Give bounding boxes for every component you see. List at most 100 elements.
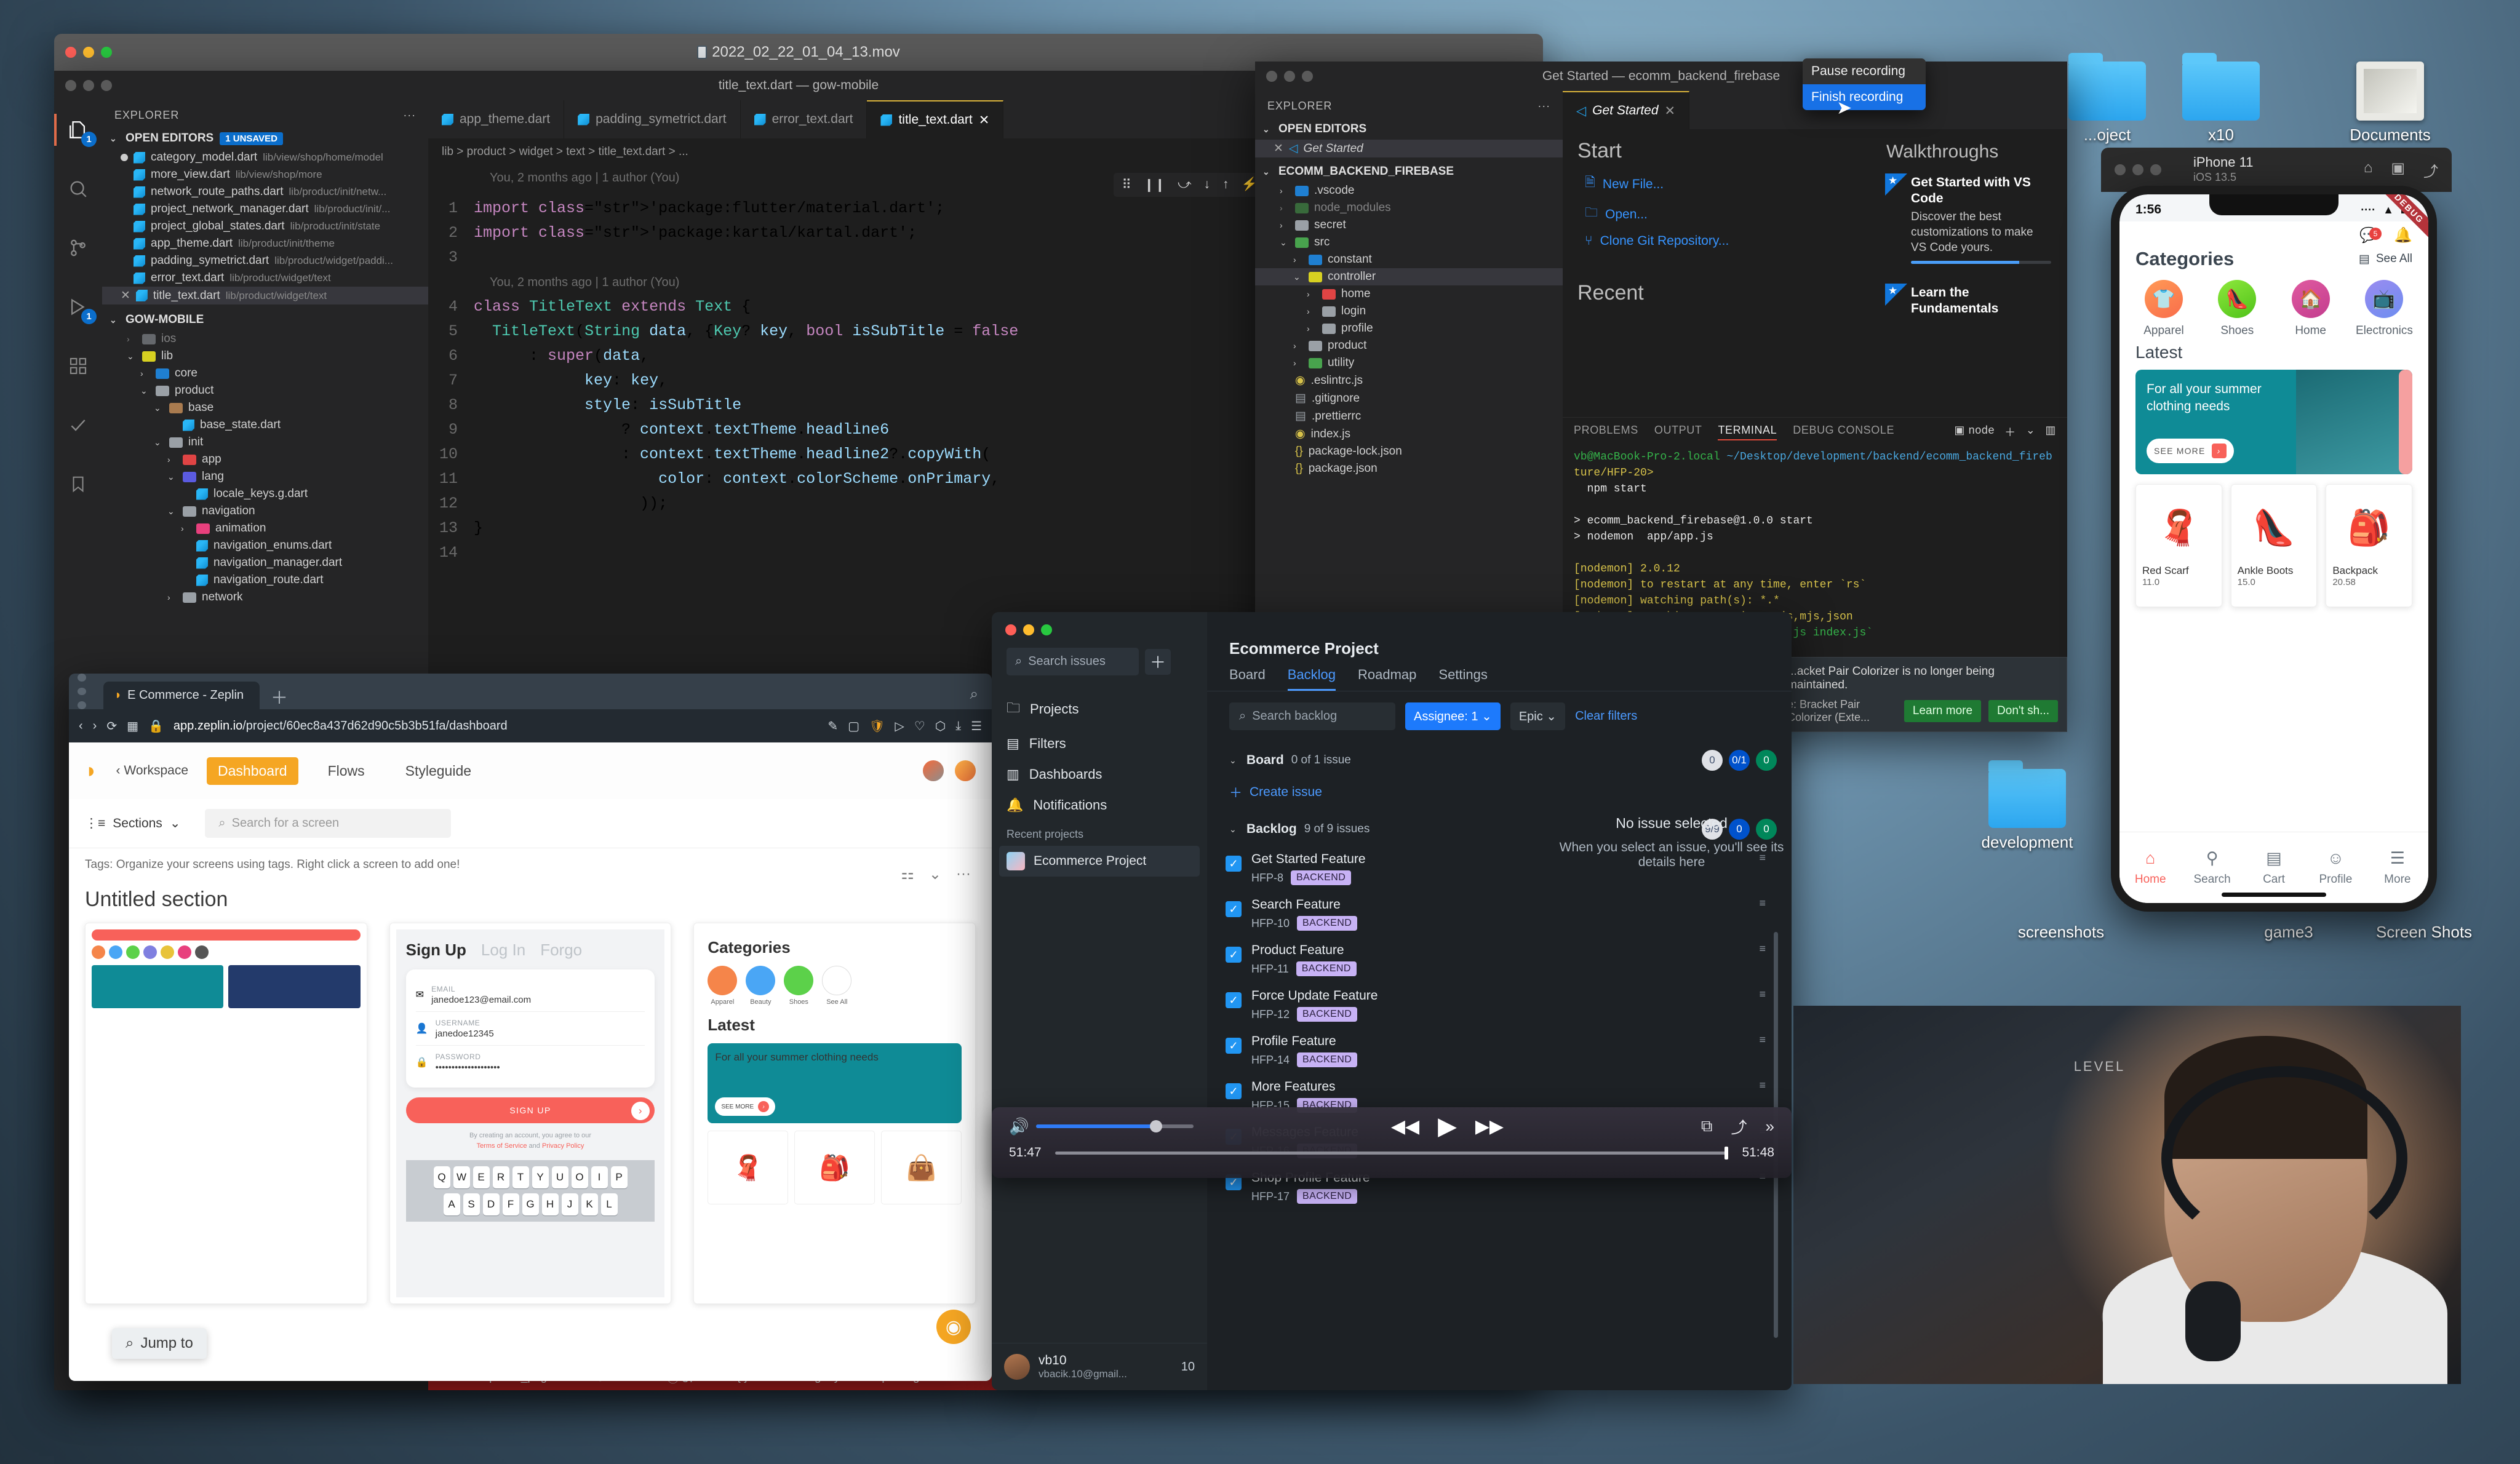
workspace-link[interactable]: ‹ Workspace bbox=[116, 763, 188, 778]
tab-debug-console[interactable]: DEBUG CONSOLE bbox=[1793, 424, 1894, 440]
issue-checkbox[interactable]: ✓ bbox=[1226, 992, 1242, 1008]
terminal-shell-label[interactable]: ▣ node bbox=[1954, 424, 1995, 440]
see-more-button[interactable]: SEE MORE › bbox=[2147, 439, 2234, 463]
tree-item[interactable]: › network bbox=[102, 589, 428, 606]
zeplin-browser-window[interactable]: ◗ E Commerce - Zeplin ＋ ⌕ ‹ › ⟳ ▦ 🔒 app.… bbox=[69, 674, 992, 1381]
chevron-down-icon[interactable]: ⌄ bbox=[1293, 272, 1303, 282]
key-Q[interactable]: Q bbox=[433, 1166, 450, 1188]
source-control-icon[interactable] bbox=[65, 234, 92, 261]
chevron-down-icon[interactable]: ⌄ bbox=[154, 403, 164, 413]
open-editor-item[interactable]: category_model.dart lib/view/shop/home/mo… bbox=[102, 149, 428, 166]
search-issues-input[interactable]: ⌕ Search issues bbox=[1007, 648, 1139, 675]
key-I[interactable]: I bbox=[591, 1166, 608, 1188]
key-P[interactable]: P bbox=[610, 1166, 628, 1188]
tabs-grid-icon[interactable]: ▦ bbox=[127, 718, 138, 734]
category-circles[interactable]: Apparel Beauty Shoes See All bbox=[708, 966, 962, 1006]
zeplin-subnav[interactable]: ⋮≡ Sections ⌄ ⌕ Search for a screen bbox=[69, 799, 992, 848]
explorer-icon[interactable]: 1 bbox=[54, 114, 97, 147]
chevron-down-icon[interactable]: ⌄ bbox=[2026, 424, 2036, 440]
step-into-icon[interactable]: ↓ bbox=[1204, 177, 1211, 193]
notification-avatar[interactable] bbox=[923, 760, 944, 781]
issue-checkbox[interactable]: ✓ bbox=[1226, 1083, 1242, 1099]
desktop-icon-screen-shots[interactable]: Screen Shots bbox=[2356, 923, 2492, 942]
new-file-link[interactable]: 🗎 New File... bbox=[1563, 169, 1876, 199]
split-terminal-icon[interactable]: ▥ bbox=[2045, 424, 2056, 440]
share-icon[interactable]: ⤴ bbox=[1731, 1115, 1747, 1138]
user-avatar[interactable] bbox=[955, 760, 976, 781]
transport-controls[interactable]: ◀◀ ▶ ▶▶ bbox=[1391, 1112, 1504, 1140]
group-board[interactable]: ⌄ Board 0 of 1 issue 0 0/1 0 bbox=[1207, 741, 1792, 777]
screenshot-icon[interactable]: ▢ bbox=[848, 718, 859, 734]
editor-tab[interactable]: title_text.dart ✕ bbox=[867, 100, 1004, 138]
open-editor-item[interactable]: network_route_paths.dart lib/product/init… bbox=[102, 183, 428, 201]
wallet-icon[interactable]: ⬡ bbox=[935, 718, 946, 734]
product-card[interactable]: 👠 Ankle Boots 15.0 bbox=[2230, 484, 2318, 607]
tree-item[interactable]: ⌄ controller bbox=[1255, 268, 1563, 285]
zeplin-help-button[interactable]: ◉ bbox=[936, 1310, 971, 1344]
clear-filters-link[interactable]: Clear filters bbox=[1575, 709, 1637, 723]
tab-problems[interactable]: PROBLEMS bbox=[1574, 424, 1638, 440]
chevron-right-icon[interactable]: › bbox=[1293, 341, 1303, 351]
open-editor-get-started[interactable]: ✕ ◁ Get Started bbox=[1255, 140, 1563, 157]
tree-item[interactable]: {} package.json bbox=[1255, 460, 1563, 477]
onscreen-keyboard[interactable]: QWERTYUOIP ASDFGHJKL bbox=[405, 1160, 655, 1222]
key-G[interactable]: G bbox=[522, 1193, 539, 1215]
jira-main[interactable]: Ecommerce Project Board Backlog Roadmap … bbox=[1207, 612, 1792, 1390]
screen-card-signup[interactable]: Sign Up Log In Forgo ✉ EMAIL janedoe123@e… bbox=[389, 923, 672, 1304]
rewind-icon[interactable]: ◀◀ bbox=[1391, 1116, 1419, 1137]
jira-user-row[interactable]: vb10 vbacik.10@gmail... 10 bbox=[992, 1343, 1207, 1390]
chevron-down-icon[interactable]: ⌄ bbox=[140, 386, 150, 396]
backlog-issue-row[interactable]: ✓ Search Feature HFP-10 BACKEND ≡ bbox=[1207, 891, 1792, 937]
drag-handle[interactable]: ≡ bbox=[1759, 943, 1766, 954]
tree-item[interactable]: ⌄ init bbox=[102, 434, 428, 451]
product-card-row[interactable]: 🧣 Red Scarf 11.0 👠 Ankle Boots 15.0 🎒 Backpack 2… bbox=[2119, 474, 2428, 607]
chevron-right-icon[interactable]: › bbox=[1307, 324, 1317, 333]
tab-roadmap[interactable]: Roadmap bbox=[1358, 667, 1416, 691]
backlog-issue-row[interactable]: ✓ Force Update Feature HFP-12 BACKEND ≡ bbox=[1207, 982, 1792, 1028]
browser-tab-zeplin[interactable]: ◗ E Commerce - Zeplin bbox=[103, 682, 260, 709]
back-icon[interactable]: ‹ bbox=[79, 719, 83, 733]
pause-recording-item[interactable]: Pause recording bbox=[1803, 58, 1926, 84]
chevron-down-icon[interactable]: ⌄ bbox=[154, 437, 164, 448]
desktop-icon-development[interactable]: development bbox=[1969, 760, 2086, 852]
walkthrough-card-get-started[interactable]: ★ Get Started with VS Code Discover the … bbox=[1880, 169, 2060, 270]
category-item[interactable]: 📺 Electronics bbox=[2356, 280, 2413, 338]
category-item[interactable]: Beauty bbox=[746, 966, 776, 1006]
key-U[interactable]: U bbox=[551, 1166, 568, 1188]
chevron-right-icon[interactable]: › bbox=[127, 334, 137, 344]
key-H[interactable]: H bbox=[541, 1193, 559, 1215]
window-traffic-lights[interactable] bbox=[1005, 624, 1052, 635]
tree-item[interactable]: › home bbox=[1255, 285, 1563, 303]
screen-card-overview[interactable] bbox=[85, 923, 367, 1304]
tab-get-started[interactable]: ◁ Get Started ✕ bbox=[1563, 91, 1690, 129]
app-screen[interactable]: 1:56 ····▲▬ DEBUG 💬 5 🔔 Categories ▤ See… bbox=[2119, 194, 2428, 903]
backend-file-tree[interactable]: › .vscode › node_modules › secret ⌄ src › constan… bbox=[1255, 182, 1563, 477]
assignee-filter-chip[interactable]: Assignee: 1 ⌄ bbox=[1405, 702, 1501, 730]
open-editor-item[interactable]: more_view.dart lib/view/shop/more bbox=[102, 166, 428, 183]
tree-item[interactable]: › app bbox=[102, 451, 428, 468]
key-D[interactable]: D bbox=[482, 1193, 500, 1215]
category-item[interactable]: Apparel bbox=[708, 966, 738, 1006]
issue-checkbox[interactable]: ✓ bbox=[1226, 947, 1242, 963]
search-backlog-input[interactable]: ⌕ Search backlog bbox=[1229, 702, 1395, 730]
chevron-down-icon[interactable]: ⌄ bbox=[167, 472, 177, 482]
issue-checkbox[interactable]: ✓ bbox=[1226, 856, 1242, 872]
picture-in-picture-icon[interactable]: ⧉ bbox=[1701, 1116, 1713, 1136]
key-J[interactable]: J bbox=[561, 1193, 578, 1215]
nav-dashboard[interactable]: Dashboard bbox=[207, 757, 298, 785]
tree-item[interactable]: › product bbox=[1255, 337, 1563, 354]
screen-card-categories[interactable]: Categories Apparel Beauty Shoes See All Lat… bbox=[693, 923, 976, 1304]
desktop-icon-screenshots[interactable]: screenshots bbox=[1993, 923, 2129, 942]
epic-filter-chip[interactable]: Epic ⌄ bbox=[1510, 702, 1566, 730]
jira-window[interactable]: ⌕ Search issues ＋ 🗀 Projects ▤ Filters ▥ Dash… bbox=[992, 612, 1792, 1390]
create-button[interactable]: ＋ bbox=[1145, 648, 1171, 675]
product-card[interactable]: 🧣 bbox=[708, 1131, 789, 1204]
camera-icon[interactable]: ▣ bbox=[2391, 159, 2405, 181]
category-item[interactable]: 🏠 Home bbox=[2283, 280, 2339, 338]
recording-popover[interactable]: Pause recording Finish recording bbox=[1803, 58, 1926, 110]
clone-repo-link[interactable]: ⑂ Clone Git Repository... bbox=[1563, 229, 1876, 253]
media-player-controls[interactable]: 🔊 ◀◀ ▶ ▶▶ ⧉ ⤴ » 51:47 51:48 bbox=[992, 1107, 1792, 1178]
app-header-icons[interactable]: 💬 5 🔔 bbox=[2119, 221, 2428, 244]
tree-item[interactable]: ▤ .gitignore bbox=[1255, 389, 1563, 407]
reload-icon[interactable]: ⟳ bbox=[106, 718, 117, 734]
